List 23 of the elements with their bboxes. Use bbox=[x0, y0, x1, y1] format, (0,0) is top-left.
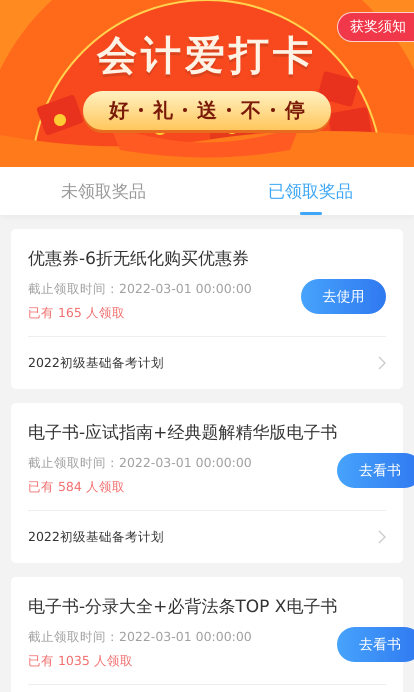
slogan-text: 礼 bbox=[153, 96, 173, 124]
deadline-text: 截止领取时间：2022-03-01 00:00:00 bbox=[28, 629, 253, 646]
claimed-count: 已有 165 人领取 bbox=[28, 305, 126, 322]
deadline-text: 截止领取时间：2022-03-01 00:00:00 bbox=[28, 455, 253, 472]
notice-button[interactable]: 获奖须知 bbox=[337, 12, 414, 42]
action-button[interactable]: 去看书 bbox=[337, 627, 414, 662]
slogan-text: 好 bbox=[109, 96, 129, 124]
slogan-text: 不 bbox=[241, 96, 261, 124]
prize-title: 优惠券-6折无纸化购买优惠券 bbox=[28, 248, 250, 270]
plan-link[interactable]: 2022初级基础备考计划 bbox=[28, 354, 164, 372]
slogan-text: 送 bbox=[197, 96, 217, 124]
claimed-count: 已有 1035 人领取 bbox=[28, 653, 134, 670]
banner-title: 会计爱打卡 bbox=[97, 32, 317, 80]
slogan-text: 停 bbox=[285, 96, 305, 124]
action-button[interactable]: 去使用 bbox=[301, 279, 386, 314]
action-button[interactable]: 去看书 bbox=[337, 453, 414, 488]
prize-title: 电子书-分录大全+必背法条TOP X电子书 bbox=[28, 596, 338, 618]
tab[interactable]: 已领取奖品 bbox=[207, 167, 414, 215]
claimed-count: 已有 584 人领取 bbox=[28, 479, 126, 496]
tab[interactable]: 未领取奖品 bbox=[0, 167, 207, 215]
plan-link[interactable]: 2022初级基础备考计划 bbox=[28, 528, 164, 546]
deadline-text: 截止领取时间：2022-03-01 00:00:00 bbox=[28, 281, 253, 298]
prize-title: 电子书-应试指南+经典题解精华版电子书 bbox=[28, 422, 338, 444]
